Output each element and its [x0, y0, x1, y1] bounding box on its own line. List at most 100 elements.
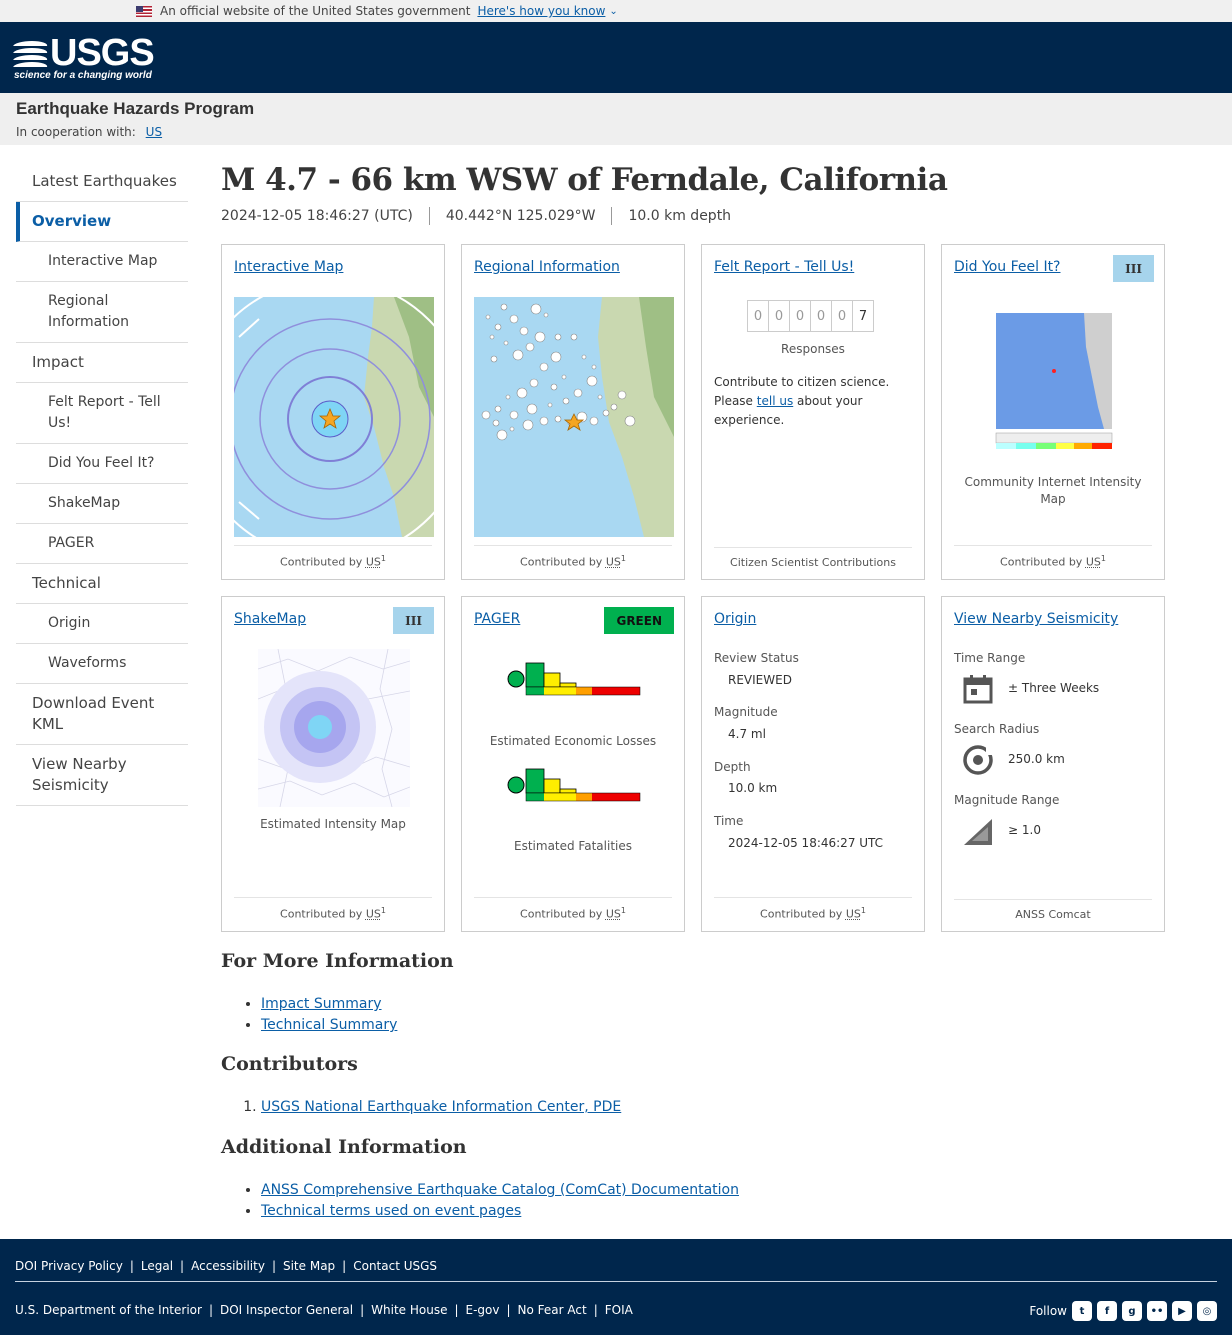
sidebar-item-did-you-feel-it[interactable]: Did You Feel It? [16, 444, 188, 484]
cooperation-link-us[interactable]: US [146, 125, 162, 139]
nearby-footer: ANSS Comcat [954, 899, 1152, 921]
technical-terms-link[interactable]: Technical terms used on event pages [261, 1203, 521, 1219]
instagram-icon[interactable]: ◎ [1197, 1301, 1217, 1321]
footer-link-white-house[interactable]: White House [371, 1303, 447, 1317]
footer-separator: | [454, 1303, 459, 1317]
card-nearby-seismicity: View Nearby Seismicity Time Range ± Thre… [941, 596, 1165, 932]
usgs-header: USGS science for a changing world [0, 22, 1232, 93]
sidebar-item-shakemap[interactable]: ShakeMap [16, 484, 188, 524]
pager-losses-histogram[interactable] [506, 657, 642, 719]
time-label: Time [714, 814, 744, 828]
felt-footer: Citizen Scientist Contributions [714, 547, 912, 569]
program-bar: Earthquake Hazards Program In cooperatio… [0, 93, 1232, 145]
more-info-list: Impact Summary Technical Summary [261, 994, 397, 1036]
site-footer: DOI Privacy Policy | Legal | Accessibility | S… [0, 1239, 1232, 1335]
additional-info-heading: Additional Information [221, 1136, 467, 1158]
counter-digit: 0 [831, 300, 853, 332]
usgs-logo[interactable]: USGS science for a changing world [13, 34, 155, 81]
footer-link-site-map[interactable]: Site Map [283, 1259, 335, 1273]
footer-links-secondary: U.S. Department of the Interior | DOI Insp… [15, 1303, 633, 1317]
footer-link-foia[interactable]: FOIA [605, 1303, 633, 1317]
sidebar-item-pager[interactable]: PAGER [16, 524, 188, 564]
regional-map-thumbnail[interactable] [474, 297, 674, 537]
flickr-icon[interactable]: •• [1147, 1301, 1167, 1321]
footer-link-doi-inspector-general[interactable]: DOI Inspector General [220, 1303, 353, 1317]
footer-link-u-s-department-of-the-interior[interactable]: U.S. Department of the Interior [15, 1303, 202, 1317]
card-origin: Origin Review Status REVIEWED Magnitude … [701, 596, 925, 932]
sidebar-item-overview[interactable]: Overview [16, 202, 188, 242]
technical-summary-link[interactable]: Technical Summary [261, 1017, 397, 1033]
responses-label: Responses [781, 342, 845, 356]
footer-link-no-fear-act[interactable]: No Fear Act [518, 1303, 587, 1317]
footer-link-doi-privacy-policy[interactable]: DOI Privacy Policy [15, 1259, 123, 1273]
more-info-heading: For More Information [221, 950, 454, 972]
sidebar-item-waveforms[interactable]: Waveforms [16, 644, 188, 684]
sidebar-item-latest-earthquakes[interactable]: Latest Earthquakes [16, 162, 188, 202]
gov-banner: An official website of the United States… [0, 0, 1232, 22]
footer-link-contact-usgs[interactable]: Contact USGS [353, 1259, 437, 1273]
time-range-label: Time Range [954, 651, 1026, 665]
counter-digit: 0 [768, 300, 790, 332]
footer-link-accessibility[interactable]: Accessibility [191, 1259, 265, 1273]
shakemap-link[interactable]: ShakeMap [234, 611, 306, 627]
facebook-icon[interactable]: f [1097, 1301, 1117, 1321]
depth-label: Depth [714, 760, 751, 774]
footer-separator: | [271, 1259, 276, 1273]
sidebar-item-origin[interactable]: Origin [16, 604, 188, 644]
sidebar-item-view-nearby-seismicity[interactable]: View Nearby Seismicity [16, 745, 188, 806]
list-item: Technical Summary [261, 1015, 397, 1036]
twitter-icon[interactable]: t [1072, 1301, 1092, 1321]
sidebar-item-interactive-map[interactable]: Interactive Map [16, 242, 188, 282]
github-icon[interactable]: g [1122, 1301, 1142, 1321]
card-felt-report: Felt Report - Tell Us! 000007 Responses … [701, 244, 925, 580]
interactive-map-link[interactable]: Interactive Map [234, 259, 343, 275]
dyfi-intensity-map-thumbnail[interactable] [994, 297, 1114, 457]
sidebar-item-felt-report-tell-us[interactable]: Felt Report - Tell Us! [16, 383, 188, 444]
comcat-docs-link[interactable]: ANSS Comprehensive Earthquake Catalog (C… [261, 1182, 739, 1198]
tell-us-link[interactable]: tell us [757, 394, 793, 408]
footer-separator: | [342, 1259, 347, 1273]
pager-link[interactable]: PAGER [474, 611, 520, 627]
contributor-link[interactable]: USGS National Earthquake Information Cen… [261, 1099, 621, 1115]
meta-divider [428, 207, 430, 225]
magnitude-label: Magnitude [714, 705, 778, 719]
depth-value: 10.0 km [728, 781, 778, 795]
meta-divider [611, 207, 613, 225]
view-nearby-seismicity-link[interactable]: View Nearby Seismicity [954, 611, 1118, 627]
contributed-by: Contributed by US1 [954, 545, 1152, 569]
response-counter: 000007 [747, 300, 874, 332]
card-shakemap: ShakeMap III Estimated Intensity Map Con… [221, 596, 445, 932]
contributed-by: Contributed by US1 [474, 545, 672, 569]
sidebar-item-regional-information[interactable]: Regional Information [16, 282, 188, 343]
cooperation-line: In cooperation with: US [16, 125, 1216, 139]
event-meta: 2024-12-05 18:46:27 (UTC) 40.442°N 125.0… [221, 207, 1181, 225]
counter-digit: 0 [810, 300, 832, 332]
card-pager: PAGER GREEN Estimated Economic Losses Es… [461, 596, 685, 932]
origin-link[interactable]: Origin [714, 611, 756, 627]
sidebar-item-download-event-kml[interactable]: Download Event KML [16, 684, 188, 745]
sidebar-item-technical[interactable]: Technical [16, 564, 188, 604]
chevron-down-icon[interactable]: ⌄ [609, 6, 617, 17]
program-title[interactable]: Earthquake Hazards Program [16, 99, 1216, 119]
sidebar-item-impact[interactable]: Impact [16, 343, 188, 383]
footer-links-primary: DOI Privacy Policy | Legal | Accessibility | S… [15, 1259, 437, 1273]
shakemap-caption: Estimated Intensity Map [260, 817, 406, 831]
pager-fatalities-caption: Estimated Fatalities [514, 839, 632, 853]
did-you-feel-it-link[interactable]: Did You Feel It? [954, 259, 1061, 275]
card-interactive-map: Interactive Map Contributed by US1 [221, 244, 445, 580]
contributed-by: Contributed by US1 [234, 545, 432, 569]
shakemap-thumbnail[interactable] [258, 649, 410, 807]
footer-link-e-gov[interactable]: E-gov [466, 1303, 500, 1317]
magnitude-range-label: Magnitude Range [954, 793, 1060, 807]
how-you-know-link[interactable]: Here's how you know [477, 4, 605, 18]
footer-link-legal[interactable]: Legal [141, 1259, 173, 1273]
pager-fatalities-histogram[interactable] [506, 763, 642, 825]
interactive-map-thumbnail[interactable] [234, 297, 434, 537]
magnitude-range-value: ≥ 1.0 [1008, 823, 1041, 837]
youtube-icon[interactable]: ▶ [1172, 1301, 1192, 1321]
footer-separator: | [129, 1259, 134, 1273]
footer-separator: | [360, 1303, 365, 1317]
impact-summary-link[interactable]: Impact Summary [261, 996, 382, 1012]
felt-report-link[interactable]: Felt Report - Tell Us! [714, 259, 854, 275]
regional-information-link[interactable]: Regional Information [474, 259, 620, 275]
